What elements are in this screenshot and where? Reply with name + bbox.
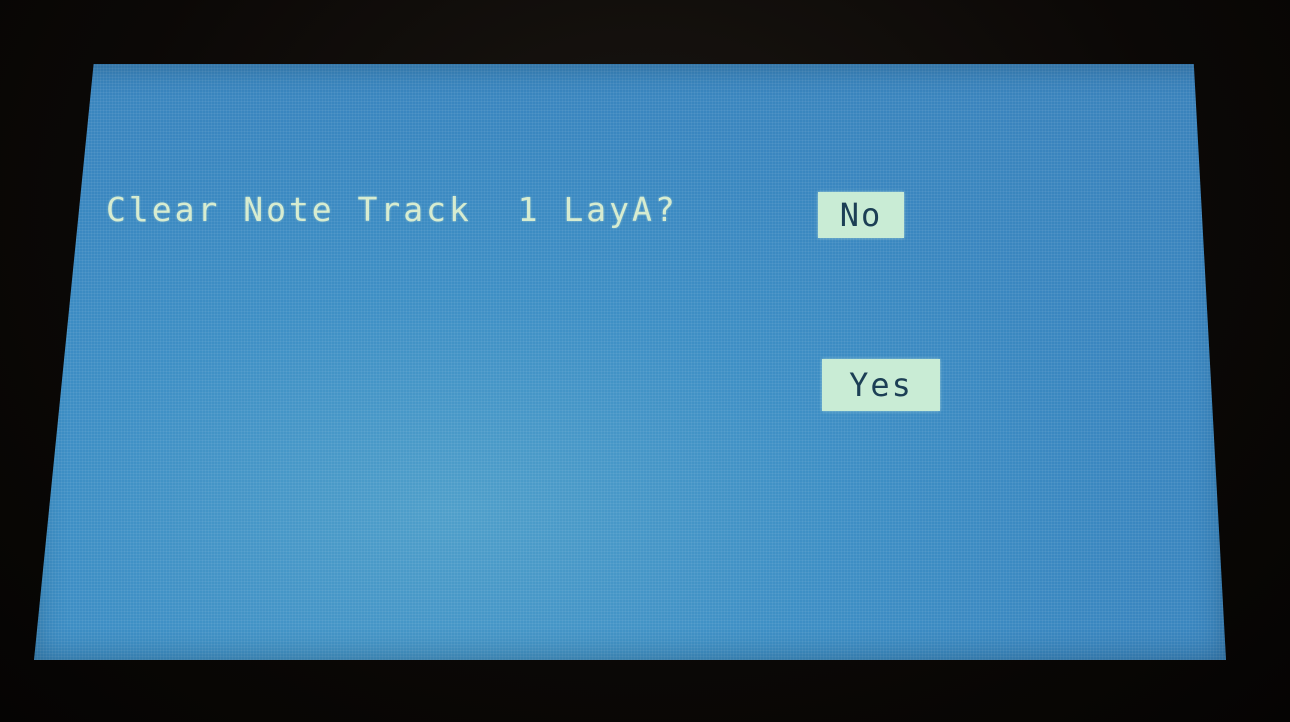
lcd-screen <box>34 64 1226 660</box>
clear-track-prompt: Clear Note Track 1 LayA? <box>106 190 678 229</box>
no-button[interactable]: No <box>818 192 904 238</box>
yes-button[interactable]: Yes <box>822 359 940 411</box>
